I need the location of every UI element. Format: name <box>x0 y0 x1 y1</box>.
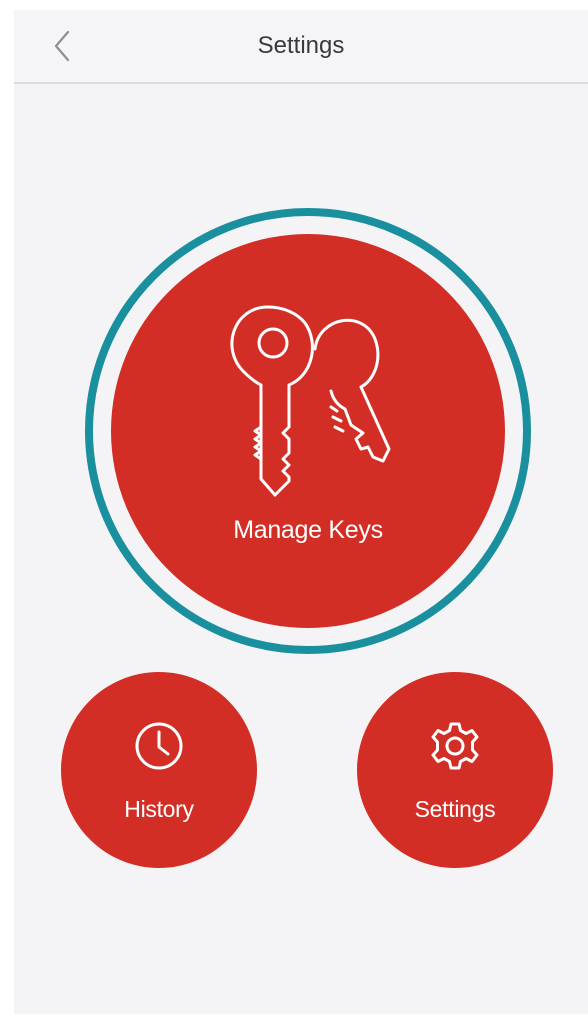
clock-icon <box>135 722 183 770</box>
history-label: History <box>124 796 194 822</box>
manage-keys-label: Manage Keys <box>233 516 383 544</box>
page-title: Settings <box>257 32 345 59</box>
app-screen: Settings Manage Keys History Settings <box>14 10 588 1014</box>
chevron-left-icon <box>54 30 70 62</box>
manage-keys-button[interactable]: Manage Keys <box>111 234 505 628</box>
keys-icon <box>230 305 391 497</box>
navigation-bar: Settings <box>14 10 588 84</box>
history-button[interactable]: History <box>61 672 257 868</box>
back-button[interactable] <box>44 26 80 66</box>
gear-icon <box>431 722 479 770</box>
settings-label: Settings <box>414 796 496 822</box>
settings-button[interactable]: Settings <box>357 672 553 868</box>
